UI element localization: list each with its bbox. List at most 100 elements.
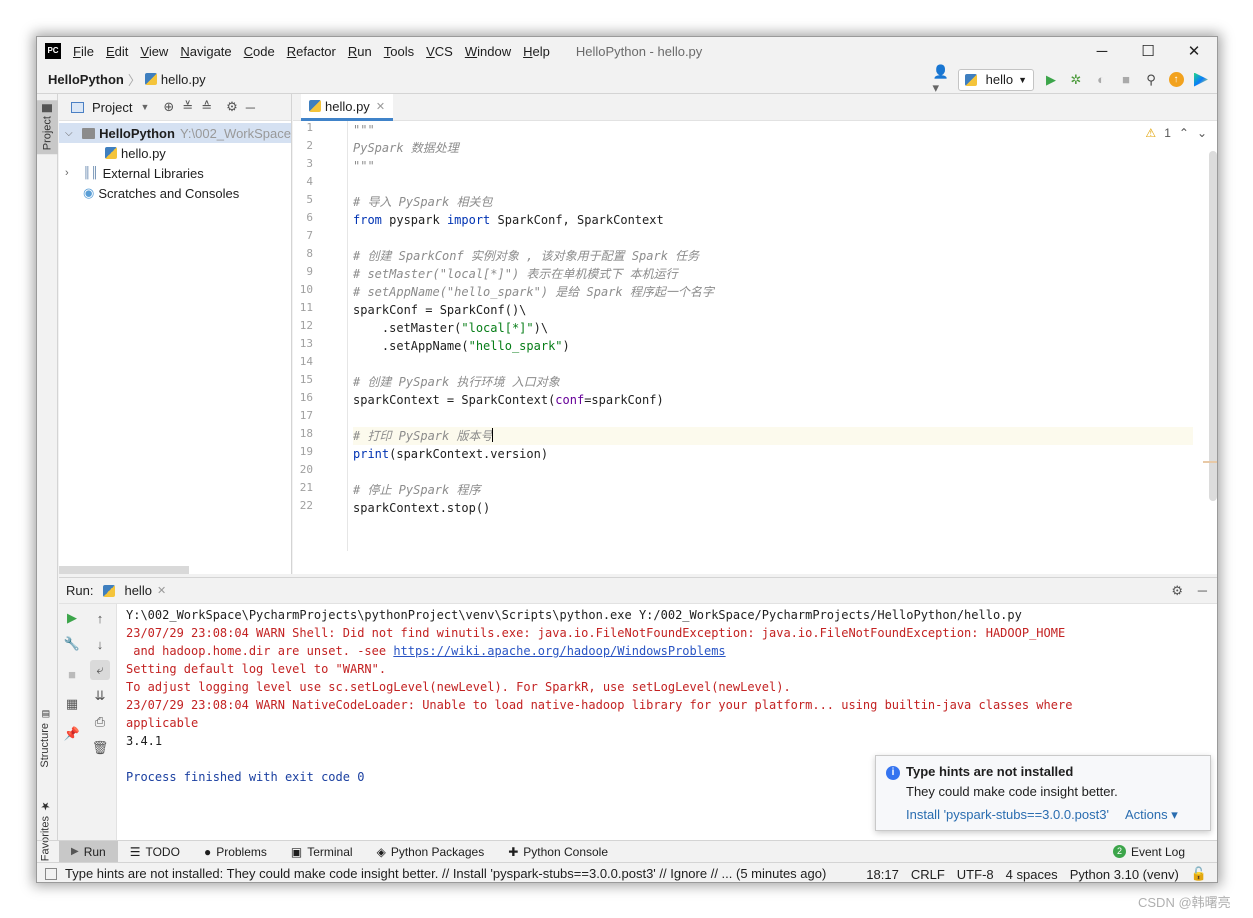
wrench-icon[interactable]: 🔧 xyxy=(64,636,80,652)
rerun-icon[interactable]: ▶ xyxy=(64,610,80,626)
tree-file-row[interactable]: hello.py xyxy=(59,143,291,163)
menu-navigate[interactable]: Navigate xyxy=(174,44,237,59)
line-number: 13 xyxy=(299,337,313,350)
tab-python-console[interactable]: ✚ Python Console xyxy=(496,841,620,863)
tab-python-packages[interactable]: ◈ Python Packages xyxy=(365,841,497,863)
menu-window[interactable]: Window xyxy=(459,44,517,59)
breadcrumb-file-label: hello.py xyxy=(160,71,206,87)
info-icon: i xyxy=(886,766,900,780)
layout-toggle-icon[interactable] xyxy=(45,867,57,880)
module-name: pyspark xyxy=(381,213,447,227)
tab-hello-py[interactable]: hello.py ✕ xyxy=(301,94,394,121)
left-tool-strip: Project Structure ▤ Favorites ★ xyxy=(37,94,58,861)
tree-scratches-row[interactable]: ◉ Scratches and Consoles xyxy=(59,183,291,203)
structure-icon: ▤ xyxy=(40,709,50,719)
chevron-down-icon[interactable]: ▼ xyxy=(140,102,149,112)
python-interpreter[interactable]: Python 3.10 (venv) xyxy=(1070,867,1179,882)
run-tab[interactable]: hello ✕ xyxy=(103,583,166,598)
chevron-down-icon[interactable]: ⌄ xyxy=(1197,126,1207,140)
run-config-select[interactable]: hello ▼ xyxy=(957,68,1034,91)
actions-dropdown[interactable]: Actions ▾ xyxy=(1125,807,1178,823)
run-icon[interactable]: ▶ xyxy=(1043,72,1059,88)
menu-help[interactable]: Help xyxy=(517,44,556,59)
trash-icon[interactable]: 🗑 xyxy=(92,740,109,756)
pin-icon[interactable]: 📌 xyxy=(64,726,80,742)
indent-setting[interactable]: 4 spaces xyxy=(1006,867,1058,882)
arrow-up-icon[interactable]: ↑ xyxy=(92,610,108,626)
tab-run[interactable]: ▶ Run xyxy=(59,840,118,863)
lock-icon[interactable]: 🔓 xyxy=(1191,866,1207,882)
tree-root-row[interactable]: ⌵ HelloPython Y:\002_WorkSpace xyxy=(59,123,291,143)
terminal-icon: ▣ xyxy=(290,844,303,859)
code-line: # setAppName("hello_spark") 是给 Spark 程序起… xyxy=(353,285,714,299)
menu-tools[interactable]: Tools xyxy=(378,44,420,59)
collapse-all-icon[interactable]: ≙ xyxy=(201,99,212,115)
tab-problems[interactable]: ● Problems xyxy=(192,841,279,863)
console-line: Y:\002_WorkSpace\PycharmProjects\pythonP… xyxy=(126,608,1022,622)
print-icon[interactable]: ⎙ xyxy=(92,714,108,730)
line-number: 17 xyxy=(299,409,313,422)
tree-external-libs-row[interactable]: › ║║ External Libraries xyxy=(59,163,291,183)
editor-scrollbar[interactable] xyxy=(1203,121,1217,551)
menu-run[interactable]: Run xyxy=(342,44,378,59)
code-line: # 创建 SparkConf 实例对象 , 该对象用于配置 Spark 任务 xyxy=(353,249,700,263)
inspection-widget[interactable]: ⚠ 1 ⌃ ⌄ xyxy=(1145,126,1207,140)
arrow-down-icon[interactable]: ↓ xyxy=(92,636,108,652)
update-icon[interactable]: ↑ xyxy=(1168,72,1184,88)
structure-tool-tab[interactable]: Structure ▤ xyxy=(39,709,51,768)
soft-wrap-icon[interactable]: ⤶ xyxy=(90,660,110,680)
menu-code[interactable]: Code xyxy=(238,44,281,59)
hide-icon[interactable]: ─ xyxy=(1198,583,1207,598)
chevron-right-icon[interactable]: › xyxy=(65,167,83,179)
tab-run-label: Run xyxy=(83,844,106,859)
horizontal-scrollbar[interactable] xyxy=(59,566,189,574)
chevron-up-icon[interactable]: ⌃ xyxy=(1179,126,1189,140)
caret-position[interactable]: 18:17 xyxy=(866,867,899,882)
project-view-label[interactable]: Project xyxy=(92,100,132,115)
gear-icon[interactable]: ⚙ xyxy=(226,99,238,115)
menu-bar: PC File Edit View Navigate Code Refactor… xyxy=(37,37,1217,65)
install-stubs-link[interactable]: Install 'pyspark-stubs==3.0.0.post3' xyxy=(906,807,1109,823)
hide-icon[interactable]: ─ xyxy=(246,100,255,115)
project-tool-tab[interactable]: Project xyxy=(37,100,58,155)
code-text: =sparkConf) xyxy=(584,393,664,407)
maximize-button[interactable]: ☐ xyxy=(1125,37,1171,65)
line-number: 1 xyxy=(306,121,313,134)
debug-icon[interactable]: ✲ xyxy=(1068,72,1084,88)
code-line: # setMaster("local[*]") 表示在单机模式下 本机运行 xyxy=(353,267,678,281)
console-line: Process finished with exit code 0 xyxy=(126,770,365,784)
jetbrains-toolbox-icon[interactable] xyxy=(1193,72,1209,88)
chevron-down-icon[interactable]: ⌵ xyxy=(65,128,82,139)
breadcrumb-project[interactable]: HelloPython xyxy=(48,72,124,87)
close-window-button[interactable]: ✕ xyxy=(1171,37,1217,65)
close-tab-icon[interactable]: ✕ xyxy=(376,100,385,113)
coverage-icon[interactable]: ◐ xyxy=(1093,72,1109,88)
breadcrumb-file[interactable]: hello.py xyxy=(144,71,206,87)
menu-file[interactable]: File xyxy=(67,44,100,59)
stop-icon[interactable]: ■ xyxy=(64,666,80,682)
menu-vcs[interactable]: VCS xyxy=(420,44,459,59)
ide-window: PC File Edit View Navigate Code Refactor… xyxy=(36,36,1218,883)
gear-icon[interactable]: ⚙ xyxy=(1171,583,1183,599)
menu-edit[interactable]: Edit xyxy=(100,44,134,59)
event-log-button[interactable]: 2 Event Log xyxy=(1101,841,1197,863)
minimize-button[interactable]: ─ xyxy=(1079,37,1125,65)
file-encoding[interactable]: UTF-8 xyxy=(957,867,994,882)
console-link[interactable]: https://wiki.apache.org/hadoop/WindowsPr… xyxy=(393,644,725,658)
scroll-thumb[interactable] xyxy=(1209,151,1217,501)
status-message[interactable]: Type hints are not installed: They could… xyxy=(65,866,826,881)
search-icon[interactable]: ⚲ xyxy=(1143,72,1159,88)
tab-todo[interactable]: ☰ TODO xyxy=(118,841,192,863)
line-separator[interactable]: CRLF xyxy=(911,867,945,882)
code-area[interactable]: """ PySpark 数据处理 """ # 导入 PySpark 相关包 fr… xyxy=(353,121,1203,551)
stop-icon[interactable]: ■ xyxy=(1118,72,1134,88)
tab-terminal[interactable]: ▣ Terminal xyxy=(279,841,365,863)
layout-icon[interactable]: ▦ xyxy=(64,696,80,712)
expand-all-icon[interactable]: ≚ xyxy=(182,99,193,115)
scroll-to-end-icon[interactable]: ⇊ xyxy=(92,688,108,704)
menu-refactor[interactable]: Refactor xyxy=(281,44,342,59)
close-tab-icon[interactable]: ✕ xyxy=(157,584,166,597)
locate-icon[interactable]: ⊕ xyxy=(163,99,174,115)
menu-view[interactable]: View xyxy=(134,44,174,59)
user-icon[interactable]: 👤▾ xyxy=(933,64,949,95)
